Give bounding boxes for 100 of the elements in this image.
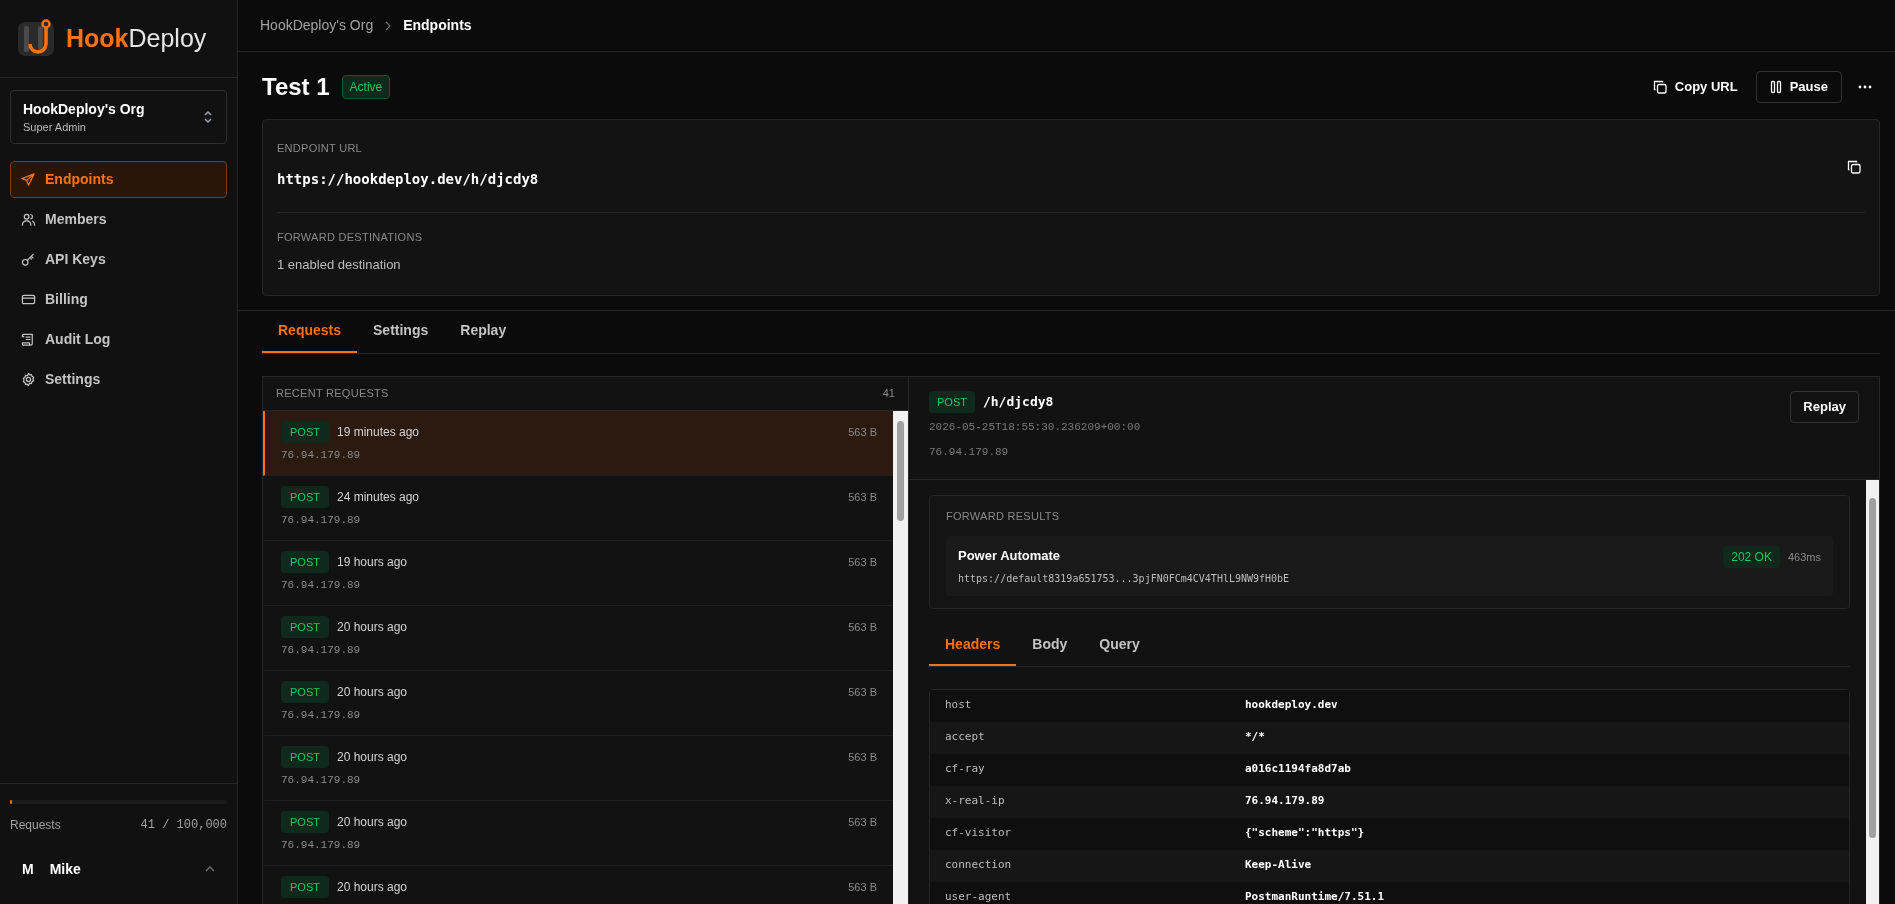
method-badge: POST [929,390,975,413]
copy-url-button[interactable]: Copy URL [1650,71,1740,103]
settings-icon [21,372,36,387]
breadcrumb-link[interactable]: HookDeploy's Org [260,15,374,36]
request-size: 563 B [848,554,877,570]
endpoint-title: Test 1 [262,72,330,102]
destination-summary: 1 enabled destination [277,256,402,274]
request-row[interactable]: POST 20 hours ago 563 B 76.94.179.89 [263,670,893,736]
usage-count: 41 / 100,000 [140,817,227,834]
header-name: x-real-ip [945,793,1006,810]
request-row[interactable]: POST 19 minutes ago 563 B 76.94.179.89 [263,410,893,476]
user-menu[interactable]: M Mike [0,842,237,896]
method-badge: POST [281,485,329,508]
header-name: cf-visitor [945,825,1013,842]
method-badge: POST [281,680,329,703]
user-avatar: M [22,859,34,879]
panel-title: RECENT REQUESTS [276,385,389,401]
request-ip: 76.94.179.89 [929,444,1010,460]
header-name: connection [945,857,1013,874]
sidebar-item[interactable]: Endpoints [10,161,227,198]
tab[interactable]: Replay [444,310,523,353]
sidebar-item[interactable]: API Keys [10,241,227,278]
org-switcher[interactable]: HookDeploy's Org Super Admin [10,90,227,144]
header-name: user-agent [945,889,1013,904]
request-row[interactable]: POST 20 hours ago 563 B 76.94.179.89 [263,800,893,866]
scroll-icon [21,332,36,347]
request-ip: 76.94.179.89 [281,643,362,658]
key-icon [21,252,36,267]
tab[interactable]: Query [1083,624,1156,666]
request-size: 563 B [848,619,877,635]
sidebar-item[interactable]: Audit Log [10,321,227,358]
copy-icon[interactable] [1847,160,1861,174]
tab[interactable]: Requests [262,310,358,353]
sidebar-item[interactable]: Members [10,201,227,238]
status-badge: Active [341,75,391,99]
section-label: FORWARD DESTINATIONS [277,229,424,245]
pause-button[interactable]: Pause [1755,71,1842,103]
request-time: 20 hours ago [336,683,408,701]
section-label: FORWARD RESULTS [946,508,1061,524]
request-time: 20 hours ago [336,748,408,766]
request-ip: 76.94.179.89 [281,773,362,788]
request-time: 20 hours ago [336,813,408,831]
destination-url: https://default8319a651753...3pjFN0FCm4CV4THlL9NW9fH0bE [958,571,1290,586]
request-time: 19 minutes ago [336,423,420,441]
chevron-right-icon [385,20,392,31]
request-size: 563 B [848,684,877,700]
breadcrumb-current: Endpoints [403,16,472,35]
tab[interactable]: Settings [357,310,445,353]
request-time: 20 hours ago [336,618,408,636]
sidebar-item[interactable]: Billing [10,281,227,318]
brand-name: HookDeploy [66,22,207,54]
request-size: 563 B [848,749,877,765]
request-size: 563 B [848,424,877,440]
method-badge: POST [281,810,329,833]
pause-icon [1769,80,1782,94]
request-count: 41 [882,385,895,401]
method-badge: POST [281,615,329,638]
header-name: cf-ray [945,761,986,778]
tab[interactable]: Body [1016,624,1084,666]
method-badge: POST [281,875,329,898]
method-badge: POST [281,550,329,573]
header-value: a016c1194fa8d7ab [1245,761,1351,778]
header-name: host [945,697,973,714]
request-row[interactable]: POST 20 hours ago 563 B [263,865,893,904]
request-time: 20 hours ago [336,878,408,896]
request-row[interactable]: POST 24 minutes ago 563 B 76.94.179.89 [263,475,893,541]
request-size: 563 B [848,814,877,830]
header-name: accept [945,729,986,746]
more-icon[interactable] [1858,85,1872,89]
endpoint-url: https://hookdeploy.dev/h/djcdy8 [277,169,539,189]
card-icon [21,292,36,307]
request-row[interactable]: POST 19 hours ago 563 B 76.94.179.89 [263,540,893,606]
header-value: PostmanRuntime/7.51.1 [1245,889,1385,904]
request-size: 563 B [848,879,877,895]
request-size: 563 B [848,489,877,505]
request-row[interactable]: POST 20 hours ago 563 B 76.94.179.89 [263,605,893,671]
method-badge: POST [281,420,329,443]
method-badge: POST [281,745,329,768]
header-value: {"scheme":"https"} [1245,825,1365,842]
request-timestamp: 2026-05-25T18:55:30.236209+00:00 [929,420,1141,435]
response-time: 463ms [1787,550,1821,565]
replay-button[interactable]: Replay [1790,390,1859,423]
tab[interactable]: Headers [929,624,1017,666]
copy-icon [1652,80,1667,94]
request-row[interactable]: POST 20 hours ago 563 B 76.94.179.89 [263,735,893,801]
header-value: */* [1245,729,1265,746]
request-ip: 76.94.179.89 [281,578,362,593]
request-path: /h/djcdy8 [982,393,1054,411]
header-value: Keep-Alive [1245,857,1312,874]
request-ip: 76.94.179.89 [281,513,362,528]
request-time: 24 minutes ago [336,488,420,506]
request-ip: 76.94.179.89 [281,838,362,853]
sidebar-item[interactable]: Settings [10,361,227,398]
send-icon [21,172,36,187]
request-ip: 76.94.179.89 [281,448,362,463]
section-label: ENDPOINT URL [277,141,363,156]
chevron-up-icon [205,866,215,872]
chevron-updown-icon [202,109,214,125]
request-ip: 76.94.179.89 [281,708,362,723]
usage-label: Requests [10,817,61,834]
